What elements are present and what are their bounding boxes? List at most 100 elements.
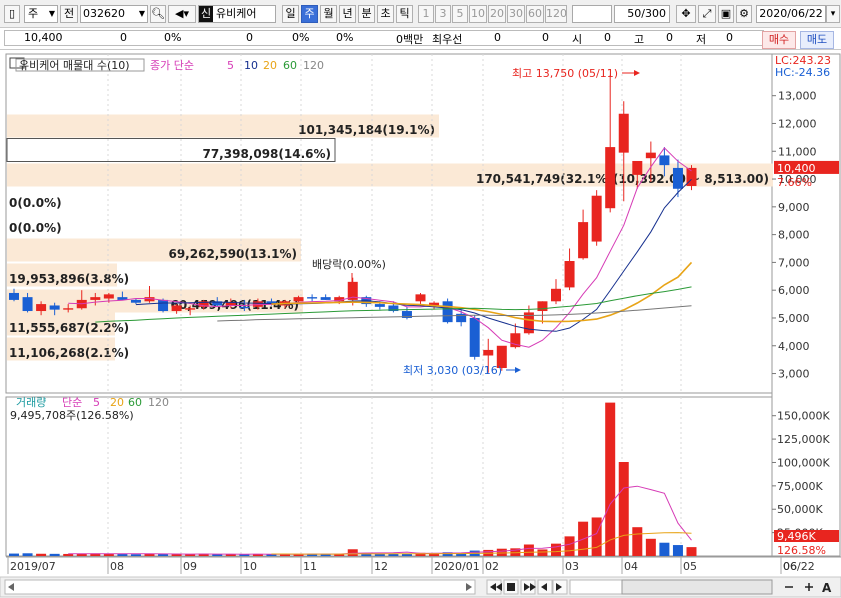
volume-bar bbox=[36, 553, 47, 556]
ma-period-5: 5 bbox=[227, 59, 234, 72]
quote-box bbox=[4, 30, 764, 46]
current-price: 10,400 bbox=[24, 31, 63, 44]
ma-period-60: 60 bbox=[283, 59, 297, 72]
candle-body bbox=[537, 301, 548, 312]
candle-body bbox=[442, 301, 453, 323]
open-label: 시 bbox=[572, 33, 583, 46]
dividend-note: 배당락(0.00%) bbox=[312, 258, 386, 271]
volume-profile-label: 11,106,268(2.1%) bbox=[9, 346, 129, 360]
tab-period-1[interactable]: 주 bbox=[301, 5, 318, 23]
market-select[interactable]: 주 ▼ bbox=[24, 5, 58, 23]
chart-area: 101,345,184(19.1%)77,398,098(14.6%)170,5… bbox=[0, 53, 841, 598]
x-tick-label: 02 bbox=[485, 560, 499, 573]
current-price-label: 10,400 bbox=[777, 162, 816, 175]
volume-current: 9,495,708주(126.58%) bbox=[10, 409, 134, 422]
gear-icon[interactable]: ⚙ bbox=[736, 5, 752, 23]
save-icon[interactable]: ▣ bbox=[718, 5, 734, 23]
stop-icon bbox=[507, 583, 515, 591]
candle-body bbox=[185, 308, 196, 310]
volume-bar bbox=[130, 554, 141, 556]
volume-tick-label: 125,000K bbox=[777, 433, 830, 446]
code-input[interactable]: 032620 ▼ bbox=[80, 5, 148, 23]
volume-bar bbox=[9, 553, 19, 556]
tab-period-6[interactable]: 틱 bbox=[396, 5, 413, 23]
auto-scale-icon[interactable]: A bbox=[822, 581, 832, 595]
volume-bar bbox=[537, 549, 548, 556]
candle-body bbox=[63, 308, 74, 310]
tab-period-2[interactable]: 월 bbox=[320, 5, 337, 23]
candle-body bbox=[9, 292, 19, 300]
stock-name-field[interactable]: 신 유비케어 bbox=[198, 5, 276, 23]
crosshair-icon[interactable]: ✥ bbox=[676, 5, 696, 23]
credit-badge: 신 bbox=[199, 6, 213, 22]
volume-tick-label: 50,000K bbox=[777, 503, 823, 516]
interval-button-1[interactable]: 1 bbox=[418, 5, 434, 23]
candle-body bbox=[239, 306, 250, 309]
x-tick-label: 12 bbox=[374, 560, 388, 573]
tab-period-5[interactable]: 초 bbox=[377, 5, 394, 23]
low-label: 저 bbox=[696, 33, 707, 46]
pref-value-1: 0 bbox=[494, 31, 501, 44]
price-tick-label: 11,000 bbox=[778, 145, 817, 158]
sell-button[interactable]: 매도 bbox=[800, 31, 834, 49]
volume-bar bbox=[605, 402, 616, 556]
current-volume-label: 9,496K bbox=[777, 530, 816, 543]
volume-ma-label: 단순 bbox=[62, 396, 82, 409]
zoom-icon[interactable]: ⤢ bbox=[698, 5, 716, 23]
pref-label: 최우선 bbox=[432, 33, 463, 46]
date-input[interactable]: 2020/06/22 bbox=[756, 5, 826, 23]
interval-button-3[interactable]: 3 bbox=[435, 5, 451, 23]
price-tick-label: 7,000 bbox=[778, 256, 810, 269]
search-icon[interactable]: 🔍︎ bbox=[150, 5, 166, 23]
tab-period-3[interactable]: 년 bbox=[339, 5, 356, 23]
toolbar: ▯ 주 ▼ 전 032620 ▼ 🔍︎ ◀▾ 신 유비케어 일주월년분초틱 1 3 5 10… bbox=[0, 0, 841, 28]
volume-profile-label: 0(0.0%) bbox=[9, 221, 62, 235]
scroll-range-thumb[interactable] bbox=[621, 579, 773, 595]
x-tick-label: 03 bbox=[565, 560, 579, 573]
volume-bar bbox=[564, 536, 575, 556]
volume-profile-label: 77,398,098(14.6%) bbox=[202, 147, 331, 161]
candle-body bbox=[564, 261, 575, 288]
buy-button[interactable]: 매수 bbox=[762, 31, 796, 49]
interval-button-30[interactable]: 30 bbox=[507, 5, 525, 23]
prefix-button[interactable]: 전 bbox=[60, 5, 78, 23]
scrollbar-thumb[interactable] bbox=[4, 579, 476, 595]
candle-body bbox=[659, 155, 670, 166]
x-tick-label: 2019/07 bbox=[10, 560, 56, 573]
interval-button-5[interactable]: 5 bbox=[452, 5, 468, 23]
scroll-field[interactable] bbox=[572, 5, 612, 23]
volume-ma-period-60: 60 bbox=[128, 396, 142, 409]
volume-bar bbox=[63, 553, 74, 556]
price-tick-label: 9,000 bbox=[778, 201, 810, 214]
hc-label: HC:-24.36 bbox=[775, 66, 830, 79]
count-input[interactable]: 50/300 bbox=[614, 5, 670, 23]
amount-unit: 0백만 bbox=[396, 33, 424, 46]
price-tick-label: 8,000 bbox=[778, 229, 810, 242]
interval-button-60[interactable]: 60 bbox=[526, 5, 544, 23]
current-change-label: 7.66% bbox=[777, 176, 812, 189]
pref-value-2: 0 bbox=[542, 31, 549, 44]
open-value: 0 bbox=[604, 31, 611, 44]
price-tick-label: 6,000 bbox=[778, 284, 810, 297]
calendar-icon[interactable]: ▾ bbox=[826, 5, 840, 23]
interval-button-10[interactable]: 10 bbox=[469, 5, 487, 23]
interval-button-120[interactable]: 120 bbox=[545, 5, 567, 23]
price-tick-label: 3,000 bbox=[778, 368, 810, 381]
menu-icon[interactable]: ▯ bbox=[4, 5, 20, 23]
tab-period-4[interactable]: 분 bbox=[358, 5, 375, 23]
volume-ma-period-5: 5 bbox=[93, 396, 100, 409]
x-tick-label: 10 bbox=[243, 560, 257, 573]
candle-body bbox=[293, 297, 304, 302]
interval-button-20[interactable]: 20 bbox=[488, 5, 506, 23]
tab-period-0[interactable]: 일 bbox=[282, 5, 299, 23]
code-value: 032620 bbox=[83, 7, 125, 20]
candle-body bbox=[49, 305, 60, 310]
volume-profile-label: 11,555,687(2.2%) bbox=[9, 321, 129, 335]
volume-bar bbox=[591, 517, 602, 556]
volume-bar bbox=[618, 462, 629, 556]
candle-body bbox=[90, 297, 101, 300]
sound-icon[interactable]: ◀▾ bbox=[168, 5, 196, 23]
candle-body bbox=[103, 294, 114, 299]
ma-label: 종가 단순 bbox=[150, 59, 194, 72]
high-value: 0 bbox=[666, 31, 673, 44]
